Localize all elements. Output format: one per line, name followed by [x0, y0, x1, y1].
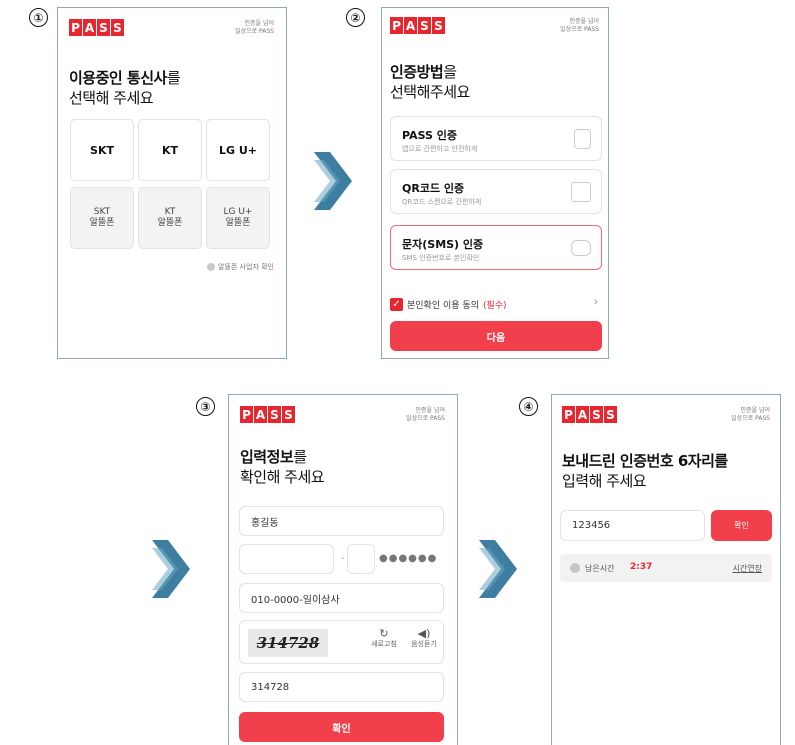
tagline: 인증을 넘어 일상으로 PASS	[731, 407, 770, 422]
carrier-kt-mvno-button[interactable]: KT 알뜰폰	[138, 187, 202, 249]
refresh-icon: ↻	[379, 627, 389, 640]
pass-logo: PASS	[390, 17, 445, 34]
carrier-select-screen: PASS 인증을 넘어 일상으로 PASS 이용중인 통신사를 선택해 주세요 S…	[57, 7, 287, 359]
countdown-timer: 남은시간 2:37 시간연장	[560, 554, 772, 582]
sms-auth-option[interactable]: 문자(SMS) 인증 SMS 인증번호로 본인확인	[390, 225, 602, 270]
tagline: 인증을 넘어 일상으로 PASS	[560, 18, 599, 33]
extend-time-link[interactable]: 시간연장	[733, 563, 762, 574]
name-input[interactable]: 홍길동	[239, 506, 444, 536]
page-title: 인증방법을 선택해주세요	[390, 63, 470, 101]
page-title: 이용중인 통신사를 선택해 주세요	[69, 69, 181, 107]
rrn-masked: ●●●●●●	[379, 553, 438, 564]
code-entry-screen: PASS 인증을 넘어 일상으로 PASS 보내드린 인증번호 6자리를 입력해 …	[551, 394, 781, 745]
consent-checkbox[interactable]: ✓ 본인확인 이용 동의 (필수)	[390, 298, 507, 311]
captcha-image: 314728	[248, 629, 328, 657]
step-number-3: ③	[196, 397, 215, 416]
tagline: 인증을 넘어 일상으로 PASS	[235, 20, 274, 35]
qr-auth-option[interactable]: QR코드 인증 QR코드 스캔으로 간편하게	[390, 169, 602, 214]
timer-value: 2:37	[630, 562, 653, 572]
step-number-2: ②	[346, 8, 365, 27]
captcha-panel: 314728 ↻ 새로고침 ◀) 음성듣기	[239, 620, 444, 664]
chevron-right-arrow-icon	[314, 152, 352, 210]
pass-auth-option[interactable]: PASS 인증 앱으로 간편하고 안전하게	[390, 116, 602, 161]
mvno-check-link[interactable]: 알뜰폰 사업자 확인	[207, 262, 274, 272]
captcha-audio-button[interactable]: ◀) 음성듣기	[404, 627, 444, 649]
chevron-right-arrow-icon	[479, 540, 517, 598]
confirm-button[interactable]: 확인	[239, 712, 444, 742]
chevron-right-arrow-icon	[152, 540, 190, 598]
verify-button[interactable]: 확인	[711, 510, 772, 541]
qr-scan-icon	[571, 182, 591, 202]
auth-method-screen: PASS 인증을 넘어 일상으로 PASS 인증방법을 선택해주세요 PASS 인…	[381, 7, 609, 359]
rrn-back-input[interactable]	[347, 544, 375, 574]
verification-code-input[interactable]: 123456	[560, 510, 705, 541]
chevron-right-icon[interactable]: ›	[594, 295, 598, 308]
pass-logo: PASS	[240, 406, 295, 423]
step-number-1: ①	[29, 8, 48, 27]
carrier-kt-button[interactable]: KT	[138, 119, 202, 181]
captcha-input[interactable]: 314728	[239, 672, 444, 702]
pass-logo: PASS	[69, 19, 124, 36]
next-button[interactable]: 다음	[390, 321, 602, 351]
phone-icon	[574, 129, 591, 149]
carrier-lgu-button[interactable]: LG U+	[206, 119, 270, 181]
tagline: 인증을 넘어 일상으로 PASS	[406, 407, 445, 422]
page-title: 입력정보를 확인해 주세요	[240, 448, 325, 486]
pass-logo: PASS	[562, 406, 617, 423]
carrier-skt-button[interactable]: SKT	[70, 119, 134, 181]
info-confirm-screen: PASS 인증을 넘어 일상으로 PASS 입력정보를 확인해 주세요 홍길동 -…	[228, 394, 458, 745]
speaker-icon: ◀)	[417, 627, 431, 640]
captcha-refresh-button[interactable]: ↻ 새로고침	[364, 627, 404, 649]
info-icon	[207, 263, 216, 271]
page-title: 보내드린 인증번호 6자리를 입력해 주세요	[562, 452, 728, 490]
clock-icon	[570, 563, 580, 573]
rrn-front-input[interactable]	[239, 544, 334, 574]
carrier-skt-mvno-button[interactable]: SKT 알뜰폰	[70, 187, 134, 249]
phone-input[interactable]: 010-0000-일이삼사	[239, 583, 444, 613]
check-icon: ✓	[390, 298, 403, 311]
step-number-4: ④	[519, 397, 538, 416]
rrn-dash: -	[341, 553, 345, 564]
message-icon	[571, 240, 591, 256]
carrier-lgu-mvno-button[interactable]: LG U+ 알뜰폰	[206, 187, 270, 249]
